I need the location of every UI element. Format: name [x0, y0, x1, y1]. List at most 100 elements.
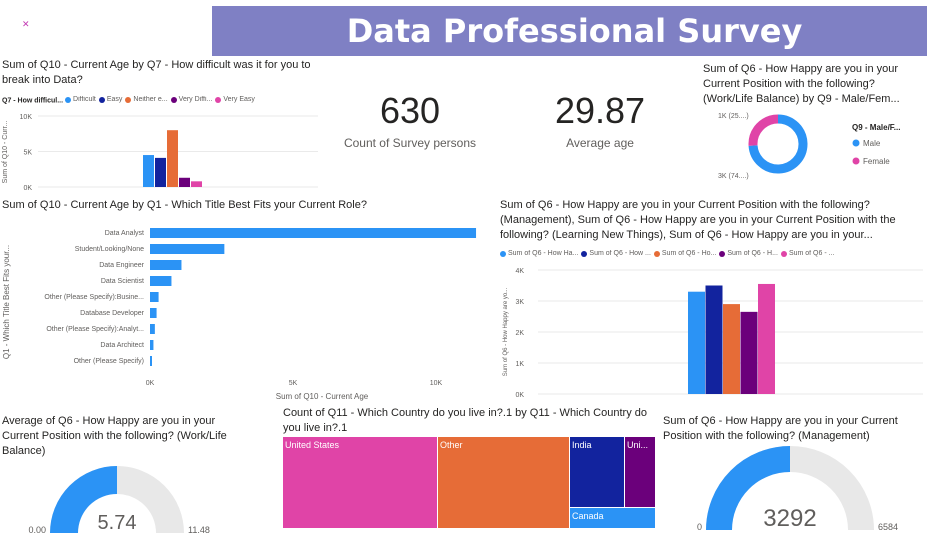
- happiness-legend-dot: [653, 250, 660, 257]
- difficulty-legend-item[interactable]: Very Easy: [215, 96, 255, 103]
- role-bar: [150, 244, 225, 254]
- role-bar: [150, 340, 154, 350]
- treemap-tile-united-states[interactable]: United States: [283, 437, 437, 528]
- country-treemap-title: Count of Q11 - Which Country do you live…: [283, 407, 647, 434]
- happiness-y-tick: 1K: [515, 361, 524, 368]
- donut-legend-label: Female: [863, 157, 890, 166]
- donut-label-male: 3K (74....): [718, 173, 749, 180]
- difficulty-legend-dot: [170, 96, 177, 103]
- worklife-gauge: 5.74 0.00 11.48: [28, 466, 210, 535]
- difficulty-bar-chart: Sum of Q10 - Curr... 0K 5K 10K: [2, 114, 318, 192]
- happiness-legend-dot: [581, 250, 588, 257]
- donut-legend-label: Male: [863, 139, 881, 148]
- happiness-legend-dot: [780, 250, 787, 257]
- role-chart-title: Sum of Q10 - Current Age by Q1 - Which T…: [2, 199, 367, 211]
- difficulty-y-axis-label: Sum of Q10 - Curr...: [2, 121, 9, 184]
- role-category-label: Other (Please Specify):Busine...: [44, 294, 144, 301]
- difficulty-legend-label: Very Diffi...: [178, 96, 213, 103]
- happiness-y-tick: 3K: [515, 299, 524, 306]
- difficulty-chart-title: Sum of Q10 - Current Age by Q7 - How dif…: [2, 59, 311, 86]
- donut-legend-dot: [852, 157, 860, 165]
- role-bar: [150, 292, 159, 302]
- difficulty-legend-label: Easy: [106, 96, 123, 103]
- kpi-count-value: 630: [379, 90, 441, 131]
- happiness-legend-item[interactable]: Sum of Q6 - ...: [780, 250, 835, 257]
- role-y-axis-label: Q1 - Which Title Best Fits your...: [2, 245, 11, 359]
- role-bar: [150, 324, 155, 334]
- donut-label-female: 1K (25....): [718, 113, 749, 120]
- pin-icon: ✕: [22, 20, 30, 30]
- happiness-y-tick: 0K: [515, 392, 524, 399]
- happiness-bar: [705, 285, 723, 394]
- role-bar: [150, 228, 477, 238]
- management-gauge-min: 0: [697, 522, 702, 532]
- role-bar: [150, 260, 182, 270]
- treemap-tile-uk[interactable]: Uni...: [625, 437, 655, 507]
- happiness-legend-label: Sum of Q6 - How Ha...: [508, 250, 579, 257]
- difficulty-y-tick: 10K: [20, 114, 33, 121]
- role-category-label: Data Scientist: [101, 278, 144, 285]
- difficulty-legend-item[interactable]: Very Diffi...: [170, 96, 213, 103]
- happiness-legend-dot: [719, 250, 726, 257]
- role-category-label: Student/Looking/None: [75, 246, 144, 253]
- happiness-legend-item[interactable]: Sum of Q6 - H...: [719, 250, 778, 257]
- management-gauge-max: 6584: [878, 522, 898, 532]
- page-title: Data Professional Survey: [346, 12, 803, 50]
- role-bar-chart: Q1 - Which Title Best Fits your... Data A…: [2, 228, 477, 401]
- happiness-legend-item[interactable]: Sum of Q6 - How ...: [581, 250, 651, 257]
- happiness-chart-title: Sum of Q6 - How Happy are you in your Cu…: [500, 199, 896, 241]
- difficulty-legend-dot: [65, 96, 72, 103]
- role-x-axis-label: Sum of Q10 - Current Age: [276, 392, 369, 401]
- happiness-bar: [723, 304, 740, 394]
- role-bar: [150, 356, 152, 366]
- role-category-label: Data Analyst: [105, 230, 144, 237]
- happiness-legend-item[interactable]: Sum of Q6 - Ho...: [653, 250, 716, 257]
- difficulty-legend-item[interactable]: Neither e...: [125, 96, 168, 103]
- difficulty-legend-label: Very Easy: [223, 96, 255, 103]
- difficulty-bar: [179, 177, 190, 187]
- difficulty-legend-dot: [125, 96, 132, 103]
- role-x-tick: 5K: [289, 380, 298, 387]
- role-x-tick: 10K: [430, 380, 443, 387]
- country-treemap: United States Other India Uni... Canada: [283, 437, 655, 528]
- happiness-legend: Sum of Q6 - How Ha... Sum of Q6 - How ...…: [500, 250, 928, 260]
- role-category-label: Database Developer: [80, 310, 144, 317]
- treemap-tile-india[interactable]: India: [570, 437, 624, 507]
- worklife-donut-chart: 1K (25....) 3K (74....) Q9 - Male/F... Male…: [718, 113, 900, 180]
- role-x-tick: 0K: [146, 380, 155, 387]
- donut-legend-dot: [852, 139, 860, 147]
- happiness-legend-label: Sum of Q6 - H...: [727, 250, 778, 257]
- happiness-legend-item[interactable]: Sum of Q6 - How Ha...: [500, 250, 578, 257]
- donut-slice: [748, 114, 779, 146]
- happiness-y-axis-label: Sum of Q6 - How Happy are yo...: [503, 287, 509, 376]
- role-category-label: Data Architect: [100, 342, 144, 349]
- difficulty-legend-label: Difficult: [73, 96, 96, 103]
- happiness-legend-label: Sum of Q6 - How ...: [589, 250, 651, 257]
- difficulty-y-tick: 0K: [23, 185, 32, 192]
- worklife-donut-title: Sum of Q6 - How Happy are you in your Cu…: [703, 63, 900, 105]
- difficulty-legend-item[interactable]: Difficult: [65, 96, 96, 103]
- difficulty-legend-items: Difficult Easy Neither e... Very Diffi... Ve…: [65, 96, 258, 105]
- kpi-age-label: Average age: [566, 136, 634, 150]
- kpi-count-label: Count of Survey persons: [343, 136, 477, 150]
- happiness-column-chart: Sum of Q6 - How Happy are yo... 0K 1K 2K 3K 4…: [503, 268, 923, 399]
- difficulty-legend-item[interactable]: Easy: [98, 96, 123, 103]
- difficulty-bar: [167, 130, 178, 187]
- role-category-label: Other (Please Specify):Analyt...: [46, 326, 144, 333]
- role-bar: [150, 308, 157, 318]
- difficulty-legend-dot: [98, 96, 105, 103]
- title-bar: Data Professional Survey: [212, 6, 927, 56]
- role-category-label: Data Engineer: [99, 262, 144, 269]
- happiness-legend-label: Sum of Q6 - ...: [788, 250, 835, 257]
- worklife-gauge-value: 5.74: [98, 512, 137, 534]
- happiness-legend-dot: [500, 250, 506, 257]
- difficulty-bar: [191, 181, 202, 187]
- role-category-label: Other (Please Specify): [74, 358, 144, 365]
- management-gauge: 3292 0 6584: [697, 446, 898, 532]
- donut-legend-title: Q9 - Male/F...: [852, 123, 900, 132]
- treemap-tile-canada[interactable]: Canada: [570, 508, 655, 528]
- difficulty-legend-label: Neither e...: [133, 96, 168, 103]
- role-bar: [150, 276, 172, 286]
- treemap-tile-other[interactable]: Other: [438, 437, 569, 528]
- happiness-bar: [688, 291, 705, 394]
